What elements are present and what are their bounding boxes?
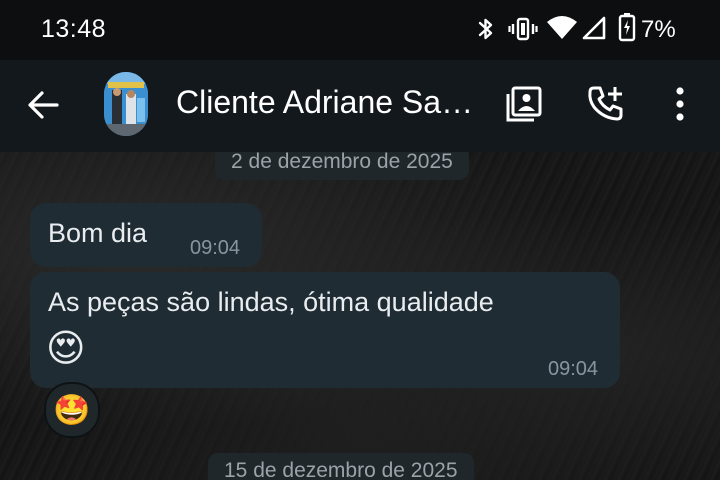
heart-eyes-emoji: 😍	[46, 326, 86, 370]
message-time: 09:04	[548, 358, 599, 380]
more-vert-icon	[676, 87, 684, 121]
wifi-icon	[547, 16, 577, 39]
message-time: 09:04	[190, 237, 241, 259]
vibrate-icon	[508, 17, 538, 41]
more-options-button[interactable]	[658, 82, 702, 126]
arrow-back-icon	[28, 91, 59, 119]
chat-header: Cliente Adriane Sa…	[0, 60, 720, 152]
status-bar: 13:48 7%	[0, 0, 720, 60]
date-separator: 15 de dezembro de 2025	[208, 453, 474, 480]
message-list[interactable]: 2 de dezembro de 2025 Bom dia 09:04 As p…	[0, 152, 720, 480]
bluetooth-icon	[478, 18, 493, 40]
star-struck-emoji: 🤩	[53, 392, 91, 428]
back-button[interactable]	[22, 84, 64, 126]
add-call-icon	[588, 86, 623, 121]
cellular-signal-icon	[582, 16, 606, 40]
contact-name[interactable]: Cliente Adriane Sa…	[176, 84, 482, 121]
status-time: 13:48	[41, 15, 107, 43]
message-text: Bom dia	[48, 218, 148, 248]
incoming-message-bubble[interactable]: Bom dia 09:04	[30, 203, 262, 267]
message-text: As peças são lindas, ótima qualidade	[48, 287, 494, 317]
contact-card-icon	[506, 86, 542, 122]
avatar-photo	[104, 72, 148, 136]
contact-avatar[interactable]	[104, 72, 148, 136]
battery-charging-icon	[618, 13, 636, 42]
date-separator: 2 de dezembro de 2025	[215, 152, 469, 180]
incoming-message-bubble[interactable]: As peças são lindas, ótima qualidade 😍 0…	[30, 272, 620, 388]
whatsapp-chat-screen: 13:48 7% Cliente Adriane Sa… 2 de dezemb…	[0, 0, 720, 480]
add-call-button[interactable]	[584, 82, 628, 126]
battery-percent: 7%	[641, 16, 676, 43]
message-reaction[interactable]: 🤩	[44, 382, 100, 438]
contact-card-button[interactable]	[502, 82, 546, 126]
